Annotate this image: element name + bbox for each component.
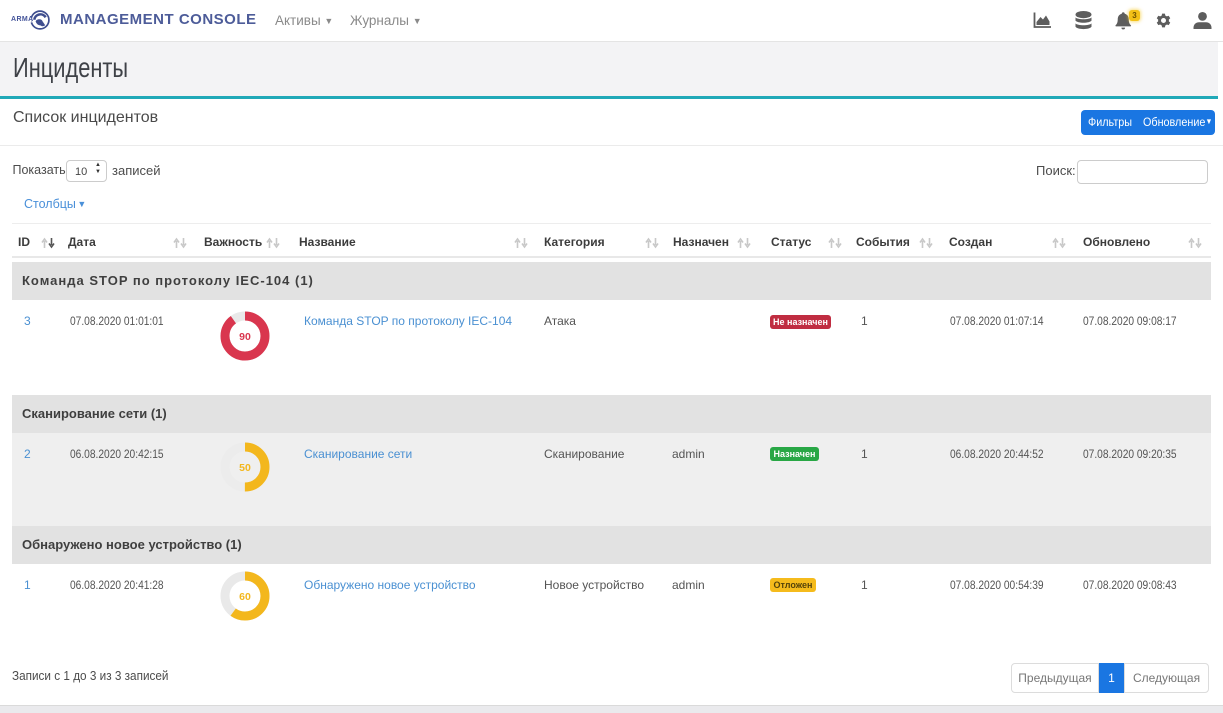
svg-text:50: 50 <box>239 462 251 474</box>
svg-text:60: 60 <box>239 591 251 603</box>
svg-text:90: 90 <box>239 331 251 343</box>
